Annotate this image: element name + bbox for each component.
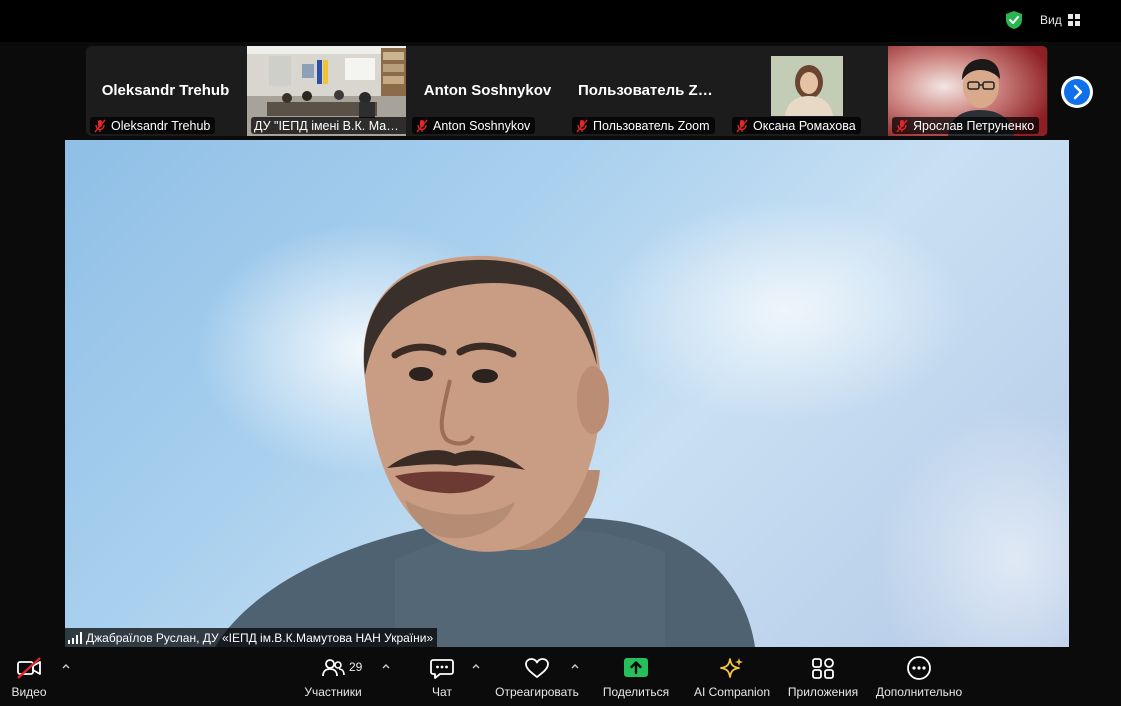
participants-button[interactable]: Участники xyxy=(300,648,366,706)
ai-companion-label: AI Companion xyxy=(693,685,771,699)
speaker-person xyxy=(215,255,755,647)
participant-name-tag: Ярослав Петруненко xyxy=(892,117,1040,134)
ai-companion-button[interactable]: AI Companion xyxy=(690,648,774,706)
react-button[interactable]: Отреагировать xyxy=(492,648,582,706)
view-button[interactable]: Вид xyxy=(1040,11,1080,29)
participant-name-label: Пользователь Zoom xyxy=(593,118,710,133)
top-bar: Вид xyxy=(0,0,1121,42)
participant-name-label: Anton Soshnykov xyxy=(433,118,531,133)
participant-tile[interactable]: Oleksandr Trehub Oleksandr Trehub xyxy=(86,46,245,136)
share-label: Поделиться xyxy=(602,685,670,699)
participant-tile[interactable]: Anton Soshnykov Anton Soshnykov xyxy=(408,46,567,136)
chevron-right-icon xyxy=(1073,84,1083,100)
apps-icon xyxy=(812,658,834,679)
heart-icon xyxy=(525,658,549,678)
video-options-caret-icon[interactable] xyxy=(61,662,71,670)
mic-muted-icon xyxy=(576,119,588,132)
participant-tile[interactable]: Оксана Ромахова xyxy=(728,46,887,136)
share-screen-icon xyxy=(624,658,648,677)
react-options-caret-icon[interactable] xyxy=(570,662,580,670)
active-speaker-video[interactable]: Джабраїлов Руслан, ДУ «ІЕПД ім.В.К.Мамут… xyxy=(65,140,1069,647)
share-button[interactable]: Поделиться xyxy=(598,648,674,706)
sparkle-icon xyxy=(720,658,743,678)
video-button[interactable]: Видео xyxy=(0,648,58,706)
chat-button[interactable]: Чат xyxy=(420,648,464,706)
more-icon xyxy=(907,656,931,680)
mic-muted-icon xyxy=(94,119,106,132)
more-label: Дополнительно xyxy=(875,685,963,699)
participant-tile[interactable]: Ярослав Петруненко xyxy=(888,46,1047,136)
mic-muted-icon xyxy=(736,119,748,132)
participant-strip: Oleksandr Trehub Oleksandr Trehub ДУ "ІЕ… xyxy=(86,46,1048,136)
video-label: Видео xyxy=(11,685,47,699)
participant-name-label: Ярослав Петруненко xyxy=(913,118,1035,133)
participant-name-tag: ДУ "ІЕПД імені В.К. Мамутова НАН України… xyxy=(251,117,406,134)
participant-name-label: ДУ "ІЕПД імені В.К. Мамутова НАН України… xyxy=(254,118,404,133)
mic-muted-icon xyxy=(896,119,908,132)
more-button[interactable]: Дополнительно xyxy=(872,648,966,706)
next-page-button-fill xyxy=(1064,79,1090,105)
participant-name-tag: Пользователь Zoom xyxy=(572,117,715,134)
participants-count: 29 xyxy=(349,660,363,674)
participant-display-name: Oleksandr Trehub xyxy=(101,82,230,99)
speaker-name-label: Джабраїлов Руслан, ДУ «ІЕПД ім.В.К.Мамут… xyxy=(86,630,434,645)
next-page-button[interactable] xyxy=(1061,76,1093,108)
participant-display-name: Anton Soshnykov xyxy=(423,82,552,99)
participants-icon xyxy=(322,659,345,677)
grid-icon xyxy=(1067,14,1080,26)
participant-name-tag: Oleksandr Trehub xyxy=(90,117,216,134)
participant-name-label: Oleksandr Trehub xyxy=(111,118,211,133)
video-off-icon xyxy=(17,657,41,679)
mic-muted-icon xyxy=(416,119,428,132)
participant-name-tag: Оксана Ромахова xyxy=(732,117,861,134)
signal-strength-icon xyxy=(68,631,82,644)
participants-label: Участники xyxy=(304,685,362,699)
participant-name-tag: Anton Soshnykov xyxy=(412,117,536,134)
shield-check-icon[interactable] xyxy=(1004,10,1024,30)
participant-tile[interactable]: Пользователь Zoom Пользователь Zoom xyxy=(568,46,727,136)
speaker-name-tag: Джабраїлов Руслан, ДУ «ІЕПД ім.В.К.Мамут… xyxy=(65,628,438,647)
react-label: Отреагировать xyxy=(495,685,579,699)
avatar xyxy=(771,56,843,116)
apps-button[interactable]: Приложения xyxy=(782,648,864,706)
apps-label: Приложения xyxy=(787,685,859,699)
view-label: Вид xyxy=(1040,13,1062,27)
chat-options-caret-icon[interactable] xyxy=(471,662,481,670)
meeting-toolbar: Видео Участники 29 Чат Отреагировать Под… xyxy=(0,648,1121,706)
chat-icon xyxy=(430,659,454,679)
participant-name-label: Оксана Ромахова xyxy=(753,118,856,133)
participant-tile[interactable]: ДУ "ІЕПД імені В.К. Мамутова НАН України… xyxy=(247,46,406,136)
participants-options-caret-icon[interactable] xyxy=(381,662,391,670)
participant-display-name: Пользователь Zoom xyxy=(578,82,727,99)
chat-label: Чат xyxy=(432,685,452,699)
